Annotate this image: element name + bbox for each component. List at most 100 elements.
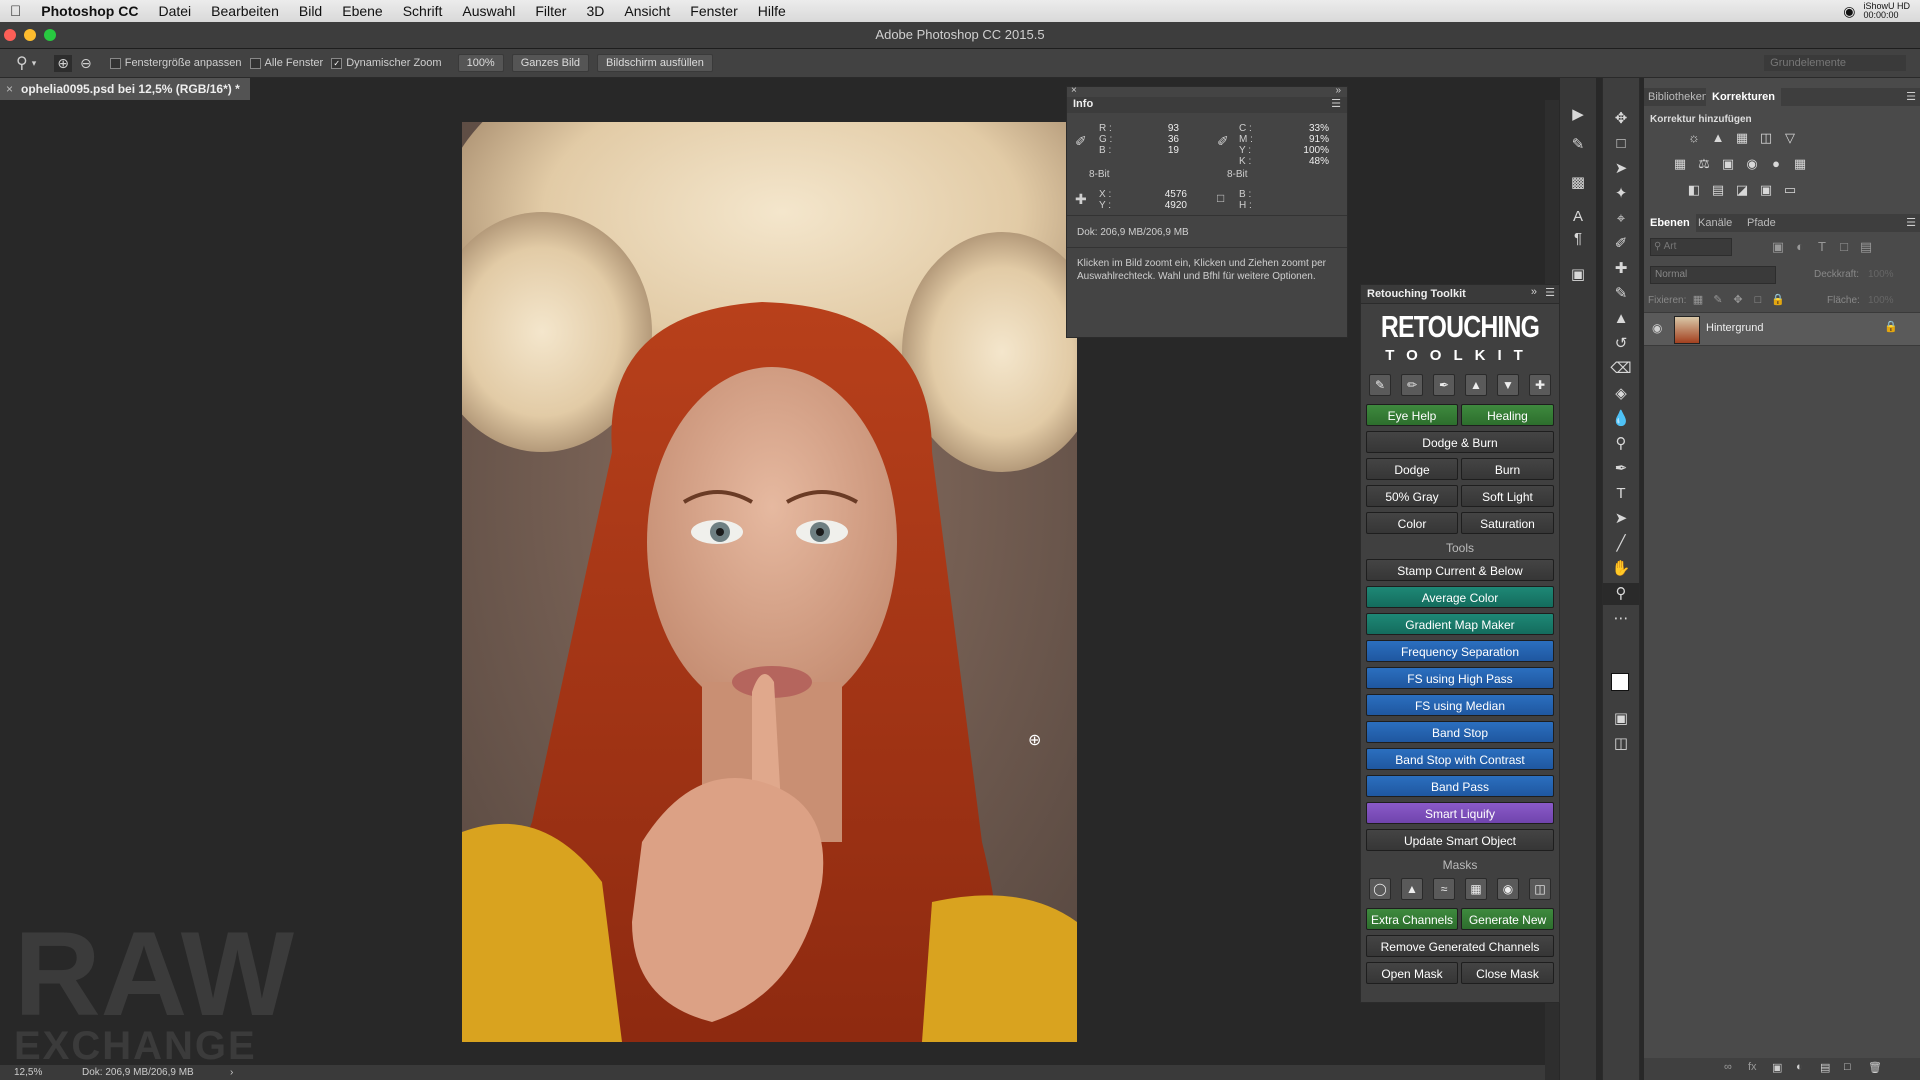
saturation-button[interactable]: Saturation — [1461, 512, 1554, 534]
info-panel-menu-icon[interactable]: ☰ — [1331, 97, 1341, 110]
mask-luminosity-icon[interactable]: ◉ — [1497, 878, 1519, 900]
layer-visibility-eye-icon[interactable]: ◉ — [1652, 321, 1662, 335]
menu-filter[interactable]: Filter — [525, 3, 576, 19]
burn-button[interactable]: Burn — [1461, 458, 1554, 480]
apple-icon[interactable]:  — [0, 3, 31, 20]
brush-settings-icon[interactable]: ✎ — [1560, 134, 1596, 156]
layer-filter-box[interactable]: ⚲ Art — [1650, 238, 1732, 256]
opacity-value[interactable]: 100% — [1868, 269, 1894, 280]
blur-tool-icon[interactable]: 💧 — [1603, 408, 1639, 430]
gradient-map-adjust-icon[interactable]: ▭ — [1782, 182, 1798, 198]
adjustments-menu-icon[interactable]: ☰ — [1906, 90, 1916, 103]
clone-stamp-tool-icon[interactable]: ▲ — [1603, 308, 1639, 330]
paragraph-panel-icon[interactable]: ¶ — [1560, 228, 1596, 250]
type-tool-icon[interactable]: T — [1603, 483, 1639, 505]
menu-app[interactable]: Photoshop CC — [31, 3, 148, 19]
mask-levels-icon[interactable]: ▲ — [1401, 878, 1423, 900]
extra-channels-button[interactable]: Extra Channels — [1366, 908, 1458, 930]
color-balance-adjust-icon[interactable]: ⚖ — [1696, 156, 1712, 172]
marquee-tool-icon[interactable]: □ — [1603, 133, 1639, 155]
dodge-tool-icon[interactable]: ⚲ — [1603, 433, 1639, 455]
history-brush-tool-icon[interactable]: ↺ — [1603, 333, 1639, 355]
filter-shape-icon[interactable]: □ — [1836, 239, 1852, 255]
brightness-adjust-icon[interactable]: ☼ — [1686, 130, 1702, 146]
menu-3d[interactable]: 3D — [576, 3, 614, 19]
stamp-below-tool-icon[interactable]: ▼ — [1497, 374, 1519, 396]
path-selection-tool-icon[interactable]: ➤ — [1603, 508, 1639, 530]
lasso-tool-icon[interactable]: ➤ — [1603, 158, 1639, 180]
lock-artboard-icon[interactable]: □ — [1750, 292, 1766, 308]
threshold-adjust-icon[interactable]: ◪ — [1734, 182, 1750, 198]
info-panel-close-icon[interactable]: × — [1071, 85, 1077, 96]
band-pass-button[interactable]: Band Pass — [1366, 775, 1554, 797]
mask-channels-icon[interactable]: ▦ — [1465, 878, 1487, 900]
blend-mode-select[interactable]: Normal — [1650, 266, 1776, 284]
quick-mask-icon[interactable]: ▣ — [1603, 708, 1639, 730]
vibrance-adjust-icon[interactable]: ▽ — [1782, 130, 1798, 146]
healing-tool-icon[interactable]: ✚ — [1529, 374, 1551, 396]
mask-invert-icon[interactable]: ◫ — [1529, 878, 1551, 900]
lock-all-icon[interactable]: 🔒 — [1770, 292, 1786, 308]
healing-brush-tool-icon[interactable]: ✚ — [1603, 258, 1639, 280]
zoom-100-button[interactable]: 100% — [457, 54, 504, 72]
move-tool-icon[interactable]: ✥ — [1603, 108, 1639, 130]
tab-libraries[interactable]: Bibliotheken — [1648, 91, 1708, 103]
tool-preset-chevron-icon[interactable]: ▾ — [32, 58, 37, 69]
band-stop-button[interactable]: Band Stop — [1366, 721, 1554, 743]
menu-hilfe[interactable]: Hilfe — [748, 3, 796, 19]
workspace-switcher[interactable]: Grundelemente — [1764, 55, 1906, 71]
toolkit-menu-icon[interactable]: ☰ — [1545, 286, 1555, 299]
new-adjustment-layer-icon[interactable]: ◐ — [1796, 1061, 1803, 1073]
channel-mixer-adjust-icon[interactable]: ● — [1768, 156, 1784, 172]
eraser-tool-icon[interactable]: ⌫ — [1603, 358, 1639, 380]
gradient-map-maker-button[interactable]: Gradient Map Maker — [1366, 613, 1554, 635]
filter-pixel-icon[interactable]: ▣ — [1770, 239, 1786, 255]
soft-light-button[interactable]: Soft Light — [1461, 485, 1554, 507]
generate-new-button[interactable]: Generate New — [1461, 908, 1554, 930]
status-zoom[interactable]: 12,5% — [14, 1065, 42, 1080]
portrait-image[interactable] — [462, 122, 1077, 1042]
healing-button[interactable]: Healing — [1461, 404, 1554, 426]
gray-50-button[interactable]: 50% Gray — [1366, 485, 1458, 507]
add-mask-icon[interactable]: ▣ — [1772, 1061, 1782, 1074]
tab-paths[interactable]: Pfade — [1747, 217, 1776, 229]
fs-high-pass-button[interactable]: FS using High Pass — [1366, 667, 1554, 689]
layer-style-icon[interactable]: fx — [1748, 1061, 1757, 1073]
fs-median-button[interactable]: FS using Median — [1366, 694, 1554, 716]
levels-adjust-icon[interactable]: ▲ — [1710, 130, 1726, 146]
layer-row-background[interactable]: ◉ Hintergrund 🔒 — [1644, 312, 1920, 346]
invert-adjust-icon[interactable]: ◧ — [1686, 182, 1702, 198]
curves-adjust-icon[interactable]: ▦ — [1734, 130, 1750, 146]
zoom-tool-icon[interactable]: ⚲ — [16, 53, 28, 73]
pen-tool-icon[interactable]: ✒ — [1433, 374, 1455, 396]
mask-curves-icon[interactable]: ≈ — [1433, 878, 1455, 900]
menu-schrift[interactable]: Schrift — [393, 3, 453, 19]
smart-liquify-button[interactable]: Smart Liquify — [1366, 802, 1554, 824]
new-layer-icon[interactable]: □ — [1844, 1061, 1851, 1073]
crop-tool-icon[interactable]: ⌖ — [1603, 208, 1639, 230]
foreground-color-swatch[interactable] — [1611, 673, 1629, 691]
zoom-out-icon[interactable]: ⊖ — [80, 55, 92, 72]
stamp-tool-icon[interactable]: ▲ — [1465, 374, 1487, 396]
status-arrow-icon[interactable]: › — [230, 1065, 233, 1080]
menu-datei[interactable]: Datei — [148, 3, 201, 19]
dodge-button[interactable]: Dodge — [1366, 458, 1458, 480]
hand-tool-icon[interactable]: ✋ — [1603, 558, 1639, 580]
character-panel-icon[interactable]: A — [1560, 206, 1596, 228]
clone-source-icon[interactable]: ▩ — [1560, 172, 1596, 194]
document-tab[interactable]: × ophelia0095.psd bei 12,5% (RGB/16*) * — [0, 78, 250, 100]
brush-tool-icon[interactable]: ✎ — [1369, 374, 1391, 396]
recorder-icon[interactable]: ◉ — [1843, 4, 1855, 18]
menu-bild[interactable]: Bild — [289, 3, 332, 19]
hue-saturation-adjust-icon[interactable]: ▦ — [1672, 156, 1688, 172]
line-tool-icon[interactable]: ╱ — [1603, 533, 1639, 555]
close-document-icon[interactable]: × — [6, 82, 13, 96]
delete-layer-icon[interactable]: 🗑 — [1868, 1061, 1882, 1074]
fit-screen-button[interactable]: Ganzes Bild — [511, 54, 590, 72]
layer-name[interactable]: Hintergrund — [1706, 322, 1763, 334]
menu-auswahl[interactable]: Auswahl — [452, 3, 525, 19]
brush-tool-icon[interactable]: ✎ — [1603, 283, 1639, 305]
zoom-tool-icon[interactable]: ⚲ — [1603, 583, 1639, 605]
stamp-current-below-button[interactable]: Stamp Current & Below — [1366, 559, 1554, 581]
lock-transparency-icon[interactable]: ▦ — [1690, 292, 1706, 308]
